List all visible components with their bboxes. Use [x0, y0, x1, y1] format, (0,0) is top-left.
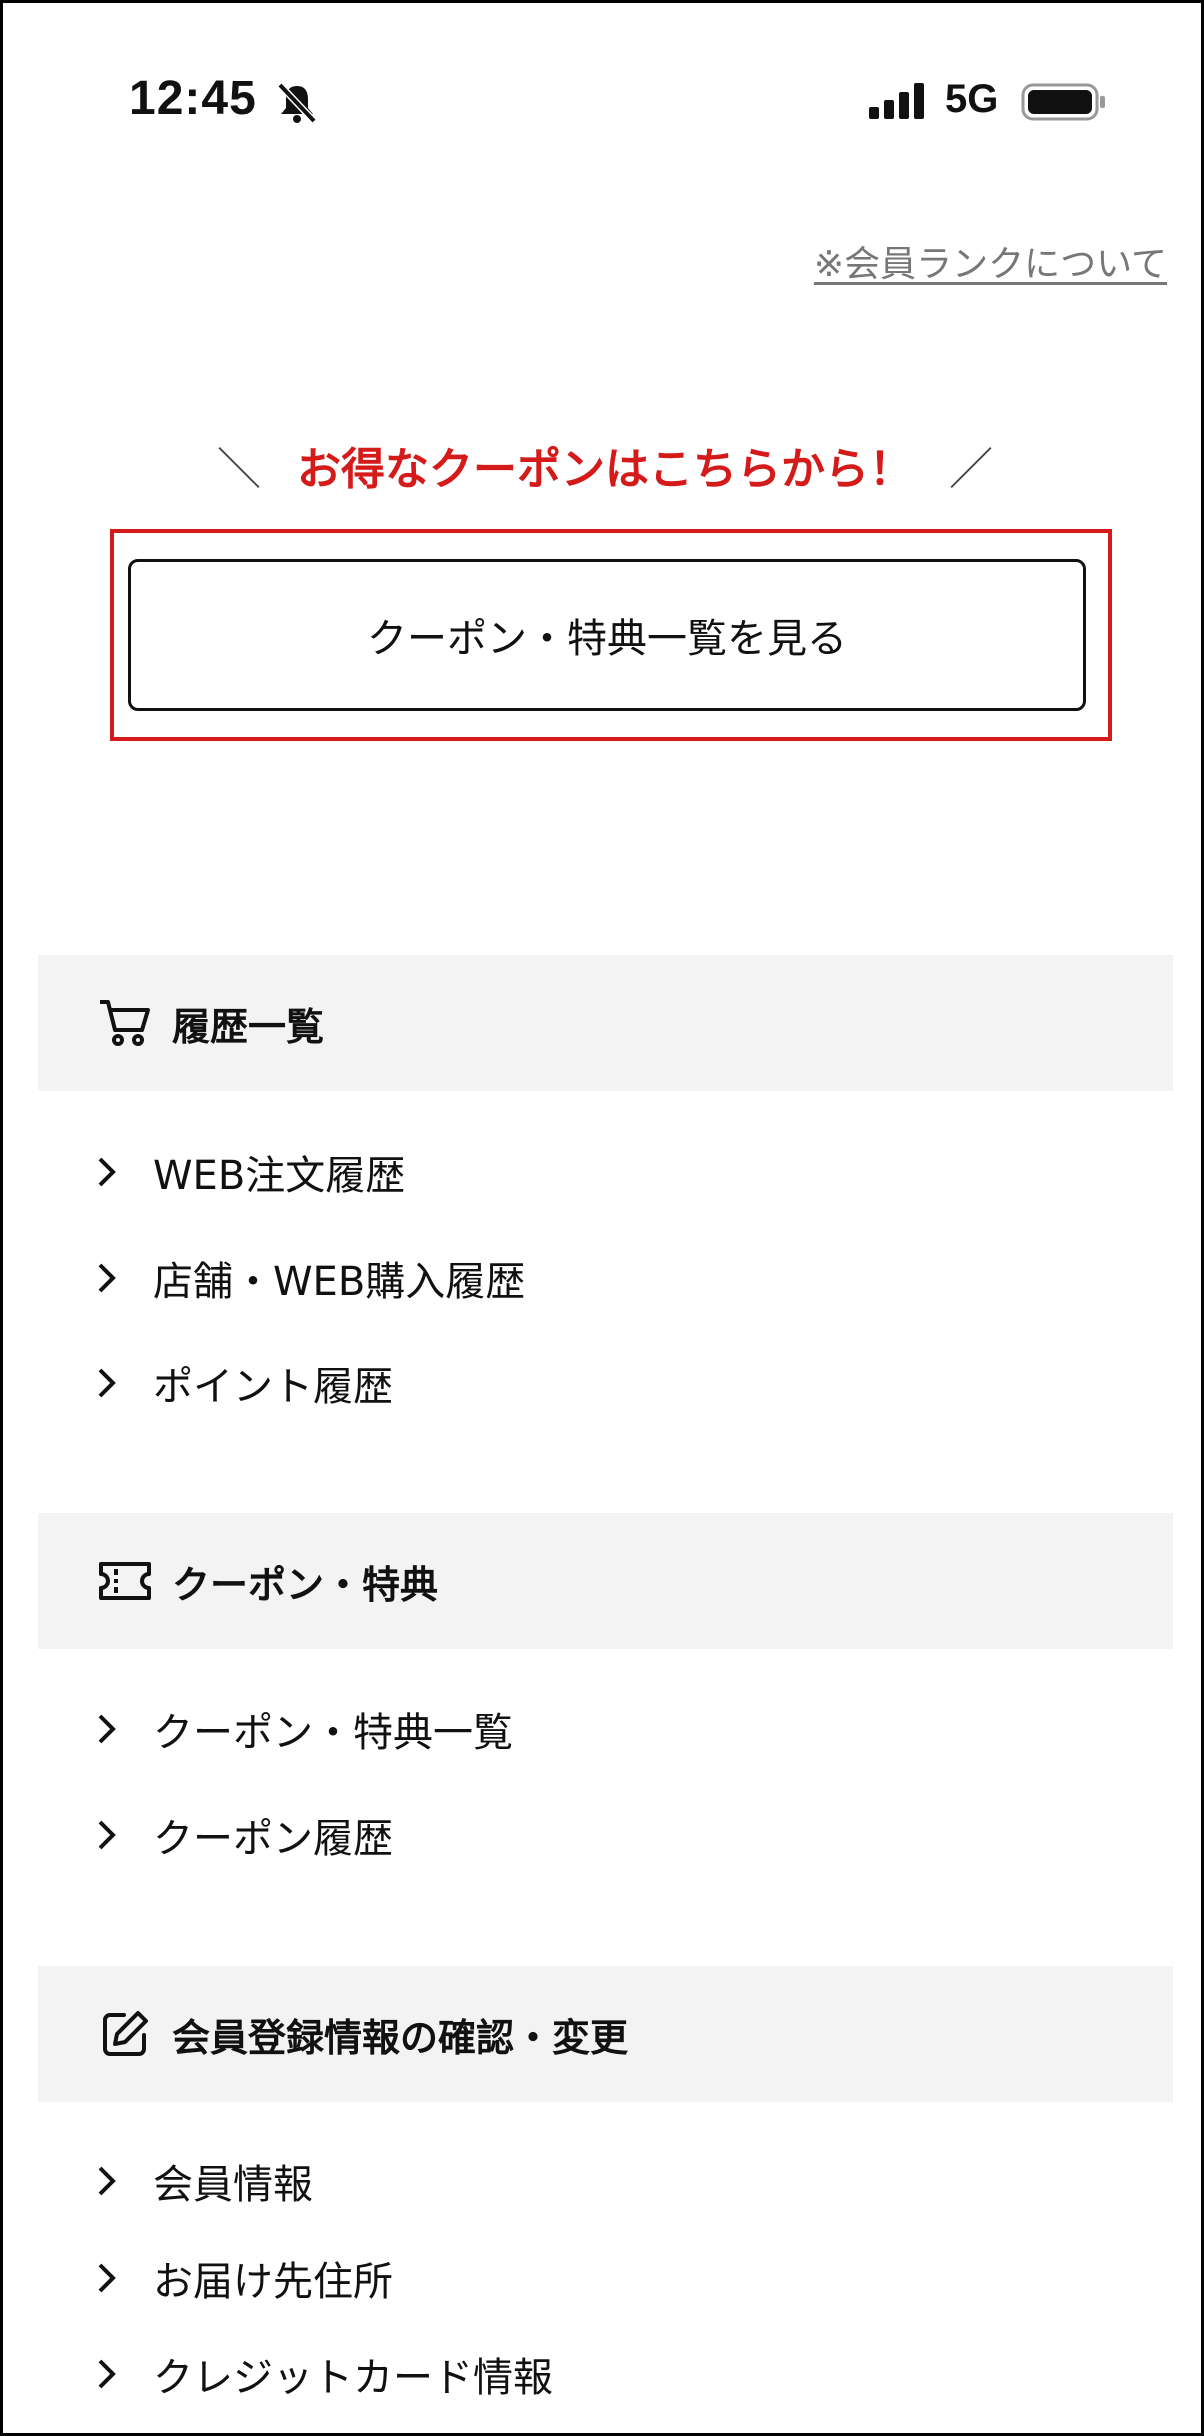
- menu-item-store-web-purchase-history[interactable]: 店舗・WEB購入履歴: [95, 1249, 525, 1307]
- menu-item-label: 店舗・WEB購入履歴: [153, 1259, 526, 1305]
- ticket-icon: [98, 1554, 152, 1608]
- left-slash-decoration: ＼: [217, 444, 261, 495]
- chevron-right-icon: [98, 2263, 116, 2293]
- section-title: 会員登録情報の確認・変更: [172, 2015, 629, 2060]
- menu-item-delivery-address[interactable]: お届け先住所: [95, 2249, 393, 2307]
- chevron-right-icon: [98, 1157, 116, 1187]
- member-rank-link[interactable]: ※会員ランクについて: [814, 235, 1167, 287]
- view-coupons-button[interactable]: クーポン・特典一覧を見る: [128, 559, 1086, 711]
- coupon-promo-headline: ＼ お得なクーポンはこちらから！ ／: [3, 433, 1201, 497]
- menu-item-point-history[interactable]: ポイント履歴: [95, 1354, 393, 1412]
- promo-highlight-box: クーポン・特典一覧を見る: [110, 529, 1112, 741]
- network-type: 5G: [945, 77, 999, 121]
- signal-icon: [869, 83, 924, 119]
- menu-item-credit-card-info[interactable]: クレジットカード情報: [95, 2345, 553, 2403]
- menu-item-label: クーポン・特典一覧: [153, 1710, 513, 1756]
- app-screen: 12:45 5G ※会員ランクについて ＼ お得なクーポンはこちらから！ ／ クーポ…: [0, 0, 1204, 2436]
- menu-item-member-info[interactable]: 会員情報: [95, 2152, 313, 2210]
- menu-item-label: クレジットカード情報: [153, 2355, 553, 2401]
- battery-icon: [1021, 83, 1105, 121]
- status-time: 12:45: [129, 72, 257, 125]
- section-title: 履歴一覧: [172, 1004, 325, 1049]
- bell-muted-icon: [277, 82, 317, 124]
- edit-icon: [98, 2007, 152, 2061]
- promo-headline-text: お得なクーポンはこちらから！: [297, 444, 913, 495]
- chevron-right-icon: [98, 2359, 116, 2389]
- section-coupon: クーポン・特典: [38, 1513, 1173, 1649]
- chevron-right-icon: [98, 2166, 116, 2196]
- menu-item-label: クーポン履歴: [153, 1816, 393, 1862]
- right-slash-decoration: ／: [949, 444, 993, 495]
- section-history: 履歴一覧: [38, 955, 1173, 1091]
- cart-icon: [98, 996, 152, 1050]
- menu-item-label: 会員情報: [153, 2162, 313, 2208]
- menu-item-web-order-history[interactable]: WEB注文履歴: [95, 1143, 405, 1201]
- chevron-right-icon: [98, 1820, 116, 1850]
- chevron-right-icon: [98, 1263, 116, 1293]
- menu-item-label: WEB注文履歴: [153, 1153, 406, 1199]
- menu-item-coupon-list[interactable]: クーポン・特典一覧: [95, 1700, 513, 1758]
- menu-item-label: お届け先住所: [153, 2259, 393, 2305]
- chevron-right-icon: [98, 1714, 116, 1744]
- section-title: クーポン・特典: [172, 1562, 439, 1607]
- chevron-right-icon: [98, 1368, 116, 1398]
- menu-item-label: ポイント履歴: [153, 1364, 393, 1410]
- section-member-info: 会員登録情報の確認・変更: [38, 1966, 1173, 2102]
- menu-item-coupon-history[interactable]: クーポン履歴: [95, 1806, 393, 1864]
